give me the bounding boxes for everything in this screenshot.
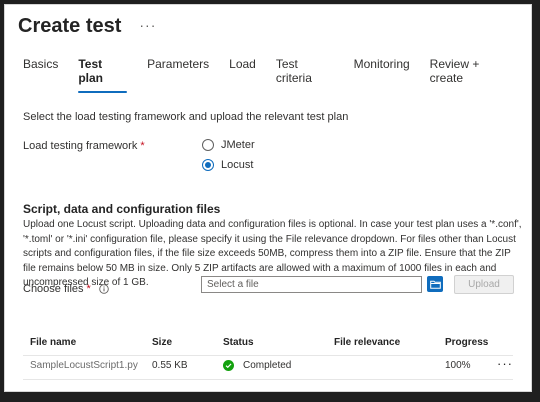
- upload-button[interactable]: Upload: [454, 275, 514, 294]
- section-title: Script, data and configuration files: [23, 202, 221, 216]
- tab-monitoring[interactable]: Monitoring: [354, 57, 410, 93]
- row-more-options-icon[interactable]: ···: [497, 356, 513, 371]
- page-title: Create test: [18, 15, 122, 37]
- radio-label-jmeter: JMeter: [221, 139, 255, 151]
- required-mark: *: [86, 283, 91, 295]
- framework-label: Load testing framework *: [23, 140, 145, 152]
- tab-load[interactable]: Load: [229, 57, 256, 93]
- radio-circle-locust[interactable]: [202, 159, 214, 171]
- header-status: Status: [223, 337, 254, 348]
- table-row-divider: [23, 379, 513, 380]
- folder-icon: [429, 280, 441, 289]
- info-icon[interactable]: [99, 284, 109, 294]
- required-mark: *: [140, 140, 145, 152]
- tab-parameters[interactable]: Parameters: [147, 57, 209, 93]
- framework-radio-group: JMeter Locust: [202, 136, 255, 176]
- framework-label-text: Load testing framework: [23, 140, 138, 152]
- more-options-icon[interactable]: ···: [139, 17, 156, 33]
- header-size: Size: [152, 337, 173, 348]
- radio-jmeter[interactable]: JMeter: [202, 136, 255, 154]
- header-file-name: File name: [30, 337, 77, 348]
- row-status: Completed: [223, 360, 291, 371]
- header-file-relevance: File relevance: [334, 337, 401, 348]
- tab-review-create[interactable]: Review + create: [430, 57, 511, 93]
- radio-locust[interactable]: Locust: [202, 156, 255, 174]
- intro-text: Select the load testing framework and up…: [23, 111, 349, 123]
- choose-files-label: Choose files *: [23, 283, 109, 295]
- title-row: Create test ···: [18, 15, 156, 38]
- radio-label-locust: Locust: [221, 159, 254, 171]
- row-size: 0.55 KB: [152, 360, 188, 371]
- file-select-input[interactable]: Select a file: [201, 276, 422, 293]
- browse-folder-button[interactable]: [427, 276, 443, 292]
- tab-basics[interactable]: Basics: [23, 57, 58, 93]
- tab-test-criteria[interactable]: Test criteria: [276, 57, 334, 93]
- tab-test-plan[interactable]: Test plan: [78, 57, 127, 93]
- success-check-icon: [223, 360, 234, 371]
- choose-files-label-text: Choose files: [23, 283, 84, 295]
- row-progress: 100%: [445, 360, 471, 371]
- row-file-name: SampleLocustScript1.py: [30, 360, 138, 371]
- row-status-text: Completed: [243, 360, 292, 371]
- radio-circle-jmeter[interactable]: [202, 139, 214, 151]
- tab-bar: Basics Test plan Parameters Load Test cr…: [23, 57, 531, 93]
- header-progress: Progress: [445, 337, 489, 348]
- table-divider: [23, 355, 513, 356]
- create-test-panel: Create test ··· Basics Test plan Paramet…: [4, 4, 532, 392]
